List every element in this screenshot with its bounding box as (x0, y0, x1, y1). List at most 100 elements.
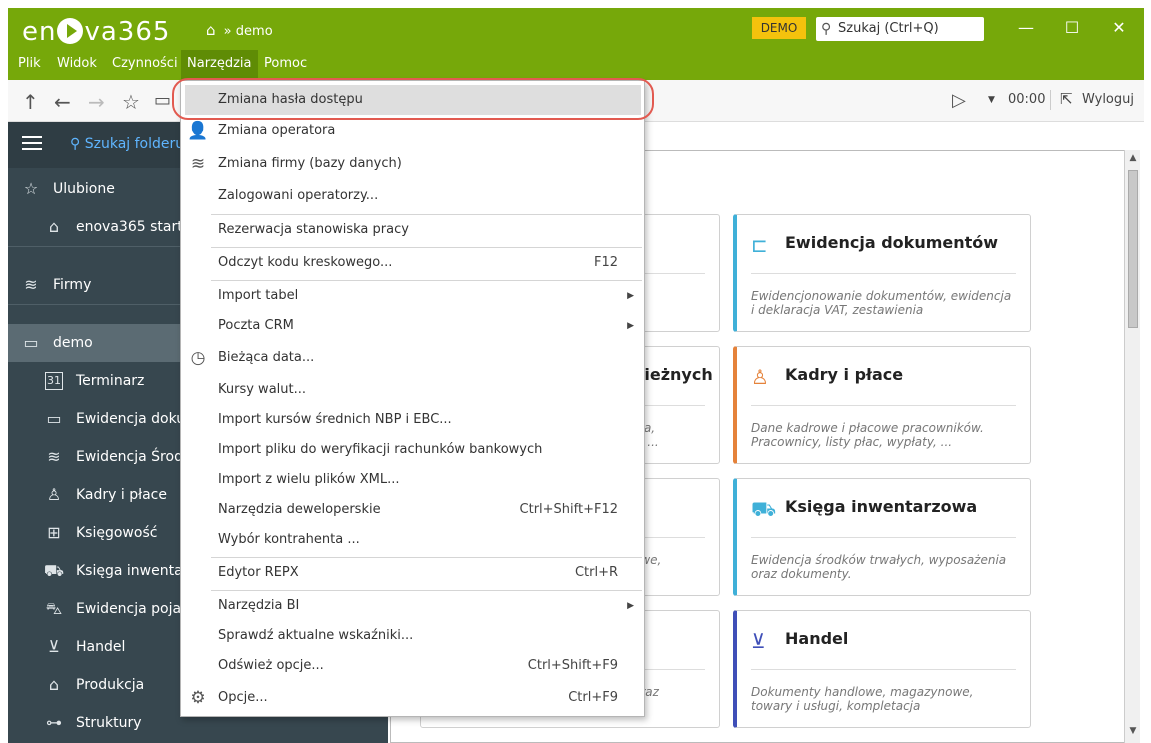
menu-item-edytor-repx[interactable]: Edytor REPX Ctrl+R (181, 558, 644, 588)
submenu-arrow-icon: ▶ (627, 321, 634, 331)
folder-search[interactable]: ⚲ Szukaj folderu (70, 136, 184, 152)
menu-item-shortcut: Ctrl+Shift+F9 (527, 658, 618, 673)
menu-item-label: Narzędzia BI (218, 598, 300, 613)
vertical-scrollbar[interactable]: ▲ ▼ (1124, 150, 1140, 743)
coins-icon: ≋ (47, 447, 61, 466)
folder-icon[interactable]: ▭ (154, 90, 171, 111)
menu-item-import-tabel[interactable]: Import tabel ▶ (181, 281, 644, 311)
menu-item-kursy-walut[interactable]: Kursy walut... (181, 375, 644, 405)
menu-czynnosci[interactable]: Czynności (106, 50, 184, 80)
menu-item-narzedzia-bi[interactable]: Narzędzia BI ▶ (181, 591, 644, 621)
home-icon[interactable]: ⌂ (206, 21, 216, 39)
car-icon: ⛍ (45, 599, 63, 618)
menu-narzedzia[interactable]: Narzędzia (181, 50, 258, 80)
folder-icon: ▭ (23, 333, 39, 352)
menu-item-zalogowani-operatorzy[interactable]: Zalogowani operatorzy... (181, 181, 644, 211)
scroll-up-icon[interactable]: ▲ (1127, 153, 1139, 163)
card-divider (751, 405, 1016, 406)
back-arrow-icon[interactable]: ← (54, 90, 71, 114)
up-arrow-icon[interactable]: ↑ (22, 90, 39, 114)
search-label: Szukaj (Ctrl+Q) (838, 21, 939, 36)
favorite-star-icon[interactable]: ☆ (122, 90, 140, 114)
minimize-icon[interactable]: — (1016, 18, 1036, 37)
sidebar-item-label: Ewidencja Środk (76, 449, 192, 465)
calendar-icon: 31 (45, 372, 63, 390)
logout-icon[interactable]: ⇱ (1060, 90, 1073, 108)
hamburger-menu-icon[interactable] (22, 136, 42, 154)
menu-item-odczyt-kodu[interactable]: Odczyt kodu kreskowego... F12 (181, 248, 644, 278)
card-title: Ewidencja dokumentów (785, 233, 999, 252)
card-title: Kadry i płace (785, 365, 904, 384)
menu-item-odswiez-opcje[interactable]: Odśwież opcje... Ctrl+Shift+F9 (181, 651, 644, 681)
menu-item-zmiana-firmy[interactable]: ≋ Zmiana firmy (bazy danych) (181, 149, 644, 179)
card-divider (751, 537, 1016, 538)
tree-icon: ⊶ (46, 713, 62, 732)
scrollbar-thumb[interactable] (1128, 170, 1138, 328)
truck-icon: ⛟ (43, 561, 65, 580)
global-search-input[interactable]: ⚲ Szukaj (Ctrl+Q) (816, 17, 984, 41)
menu-item-import-kursow[interactable]: Import kursów średnich NBP i EBC... (181, 405, 644, 435)
menu-item-label: Poczta CRM (218, 318, 294, 333)
home-icon: ⌂ (48, 217, 60, 236)
toolbar-divider (1050, 90, 1051, 110)
menu-bar: Plik Widok Czynności Narzędzia Pomoc (8, 50, 1144, 80)
menu-plik[interactable]: Plik (12, 50, 47, 80)
menu-item-label: Wybór kontrahenta ... (218, 532, 360, 547)
menu-item-label: Zmiana firmy (bazy danych) (218, 156, 402, 171)
sidebar-item-label: Ewidencja pojazc (76, 601, 197, 617)
breadcrumb-separator: » (223, 24, 232, 39)
menu-item-label: Odczyt kodu kreskowego... (218, 255, 393, 270)
menu-item-poczta-crm[interactable]: Poczta CRM ▶ (181, 311, 644, 341)
menu-item-zmiana-operatora[interactable]: 👤 Zmiana operatora (181, 116, 644, 146)
menu-item-biezaca-data[interactable]: ◷ Bieżąca data... (181, 343, 644, 373)
breadcrumb-item[interactable]: demo (236, 24, 273, 39)
menu-item-label: Narzędzia deweloperskie (218, 502, 381, 517)
card-description: Ewidencja środków trwałych, wyposażenia … (751, 553, 1007, 581)
sidebar-item-label: Struktury (76, 715, 142, 731)
module-card-handel[interactable]: ⊻ Handel Dokumenty handlowe, magazynowe,… (733, 610, 1031, 728)
module-card-ewidencja-dokumentow[interactable]: ⊏ Ewidencja dokumentów Ewidencjonowanie … (733, 214, 1031, 332)
gear-icon: ⚙ (190, 688, 206, 708)
menu-item-label: Kursy walut... (218, 382, 307, 397)
menu-item-import-xml[interactable]: Import z wielu plików XML... (181, 465, 644, 495)
menu-item-label: Import tabel (218, 288, 299, 303)
menu-item-sprawdz-wskazniki[interactable]: Sprawdź aktualne wskaźniki... (181, 621, 644, 651)
maximize-icon[interactable]: ☐ (1062, 18, 1082, 37)
menu-item-shortcut: Ctrl+F9 (568, 690, 618, 705)
breadcrumb[interactable]: ⌂ » demo (206, 21, 273, 39)
forward-arrow-icon[interactable]: → (88, 90, 105, 114)
close-icon[interactable]: ✕ (1109, 18, 1129, 37)
narzedzia-dropdown-menu: Zmiana hasła dostępu 👤 Zmiana operatora … (180, 80, 645, 717)
card-description: Dokumenty handlowe, magazynowe, towary i… (751, 685, 974, 713)
app-logo: en va365 (22, 17, 171, 47)
menu-item-wybor-kontrahenta[interactable]: Wybór kontrahenta ... (181, 525, 644, 555)
people-icon: ♙ (751, 365, 769, 389)
menu-item-import-pliku-weryfikacji[interactable]: Import pliku do weryfikacji rachunków ba… (181, 435, 644, 465)
scroll-down-icon[interactable]: ▼ (1127, 726, 1139, 736)
menu-widok[interactable]: Widok (51, 50, 103, 80)
cart-icon: ⊻ (48, 637, 60, 656)
menu-item-narzedzia-deweloperskie[interactable]: Narzędzia deweloperskie Ctrl+Shift+F12 (181, 495, 644, 525)
card-divider (751, 669, 1016, 670)
logout-button[interactable]: Wyloguj (1082, 92, 1134, 107)
submenu-arrow-icon: ▶ (627, 291, 634, 301)
menu-item-label: Import kursów średnich NBP i EBC... (218, 412, 452, 427)
sidebar-item-label: Ewidencja doku (76, 411, 186, 427)
highlight-ring (172, 78, 654, 120)
menu-item-rezerwacja[interactable]: Rezerwacja stanowiska pracy (181, 215, 644, 245)
sidebar-item-label: Księgowość (76, 525, 158, 541)
menu-item-opcje[interactable]: ⚙ Opcje... Ctrl+F9 (181, 683, 644, 713)
sidebar-item-label: Kadry i płace (76, 487, 167, 503)
play-timer-icon[interactable]: ▷ (952, 90, 966, 111)
timer-dropdown-icon[interactable]: ▼ (988, 95, 995, 105)
clock-icon: ◷ (190, 348, 206, 368)
module-card-kadry-i-place[interactable]: ♙ Kadry i płace Dane kadrowe i płacowe p… (733, 346, 1031, 464)
sidebar-item-label: Księga inwentarz (76, 563, 196, 579)
menu-item-label: Import z wielu plików XML... (218, 472, 400, 487)
menu-item-label: Edytor REPX (218, 565, 299, 580)
people-icon: ♙ (46, 485, 62, 504)
search-icon: ⚲ (70, 136, 81, 152)
module-card-ksiega-inwentarzowa[interactable]: ⛟ Księga inwentarzowa Ewidencja środków … (733, 478, 1031, 596)
truck-icon: ⛟ (751, 497, 777, 521)
menu-pomoc[interactable]: Pomoc (258, 50, 313, 80)
